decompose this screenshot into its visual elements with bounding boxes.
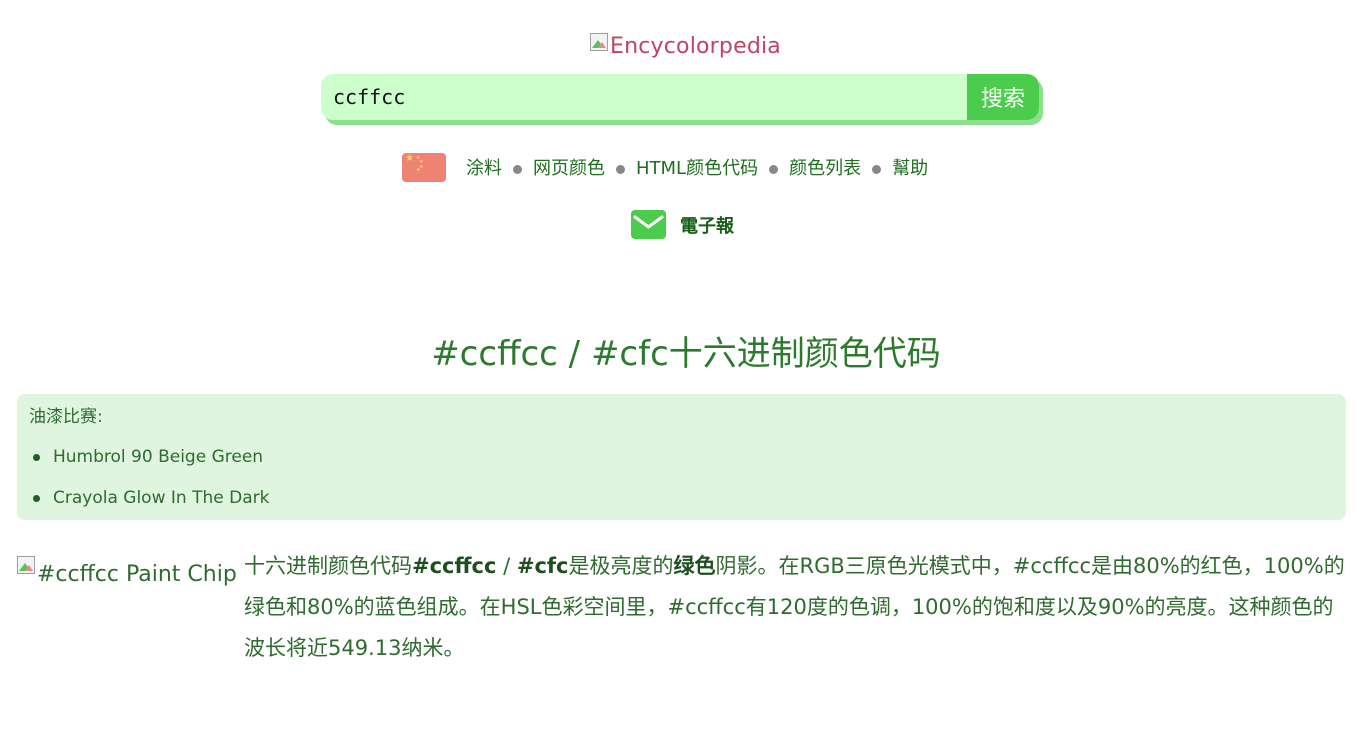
description-separator: /: [496, 554, 517, 578]
nav-separator: [616, 164, 625, 174]
paint-match-link[interactable]: Humbrol 90 Beige Green: [53, 447, 263, 467]
nav-item-color-lists[interactable]: 颜色列表: [789, 154, 861, 180]
broken-image-icon: [17, 556, 37, 576]
broken-image-icon: [590, 32, 610, 53]
paint-chip-image: #ccffcc Paint Chip: [17, 556, 237, 587]
hex-code: #ccffcc: [412, 554, 497, 578]
nav-item-html-color-codes[interactable]: HTML颜色代码: [636, 154, 758, 180]
nav-item-paints[interactable]: 涂料: [466, 154, 502, 180]
search-button[interactable]: 搜索: [967, 74, 1039, 120]
page-title: #ccffcc / #cfc十六进制颜色代码: [431, 334, 941, 374]
main-nav: ★ ★ ★ ★ ★ 涂料 网页颜色 HTML颜色代码 颜色列表 幫助: [402, 152, 928, 182]
paint-match-link[interactable]: Crayola Glow In The Dark: [53, 488, 269, 508]
list-item: Crayola Glow In The Dark: [29, 478, 1334, 519]
nav-separator: [872, 164, 882, 174]
page: Encycolorpedia 搜索 ★ ★ ★ ★ ★ 涂料 网页颜色 HTML…: [0, 0, 1372, 730]
search-bar: 搜索: [321, 74, 1039, 120]
color-name-link[interactable]: 绿色: [673, 554, 715, 578]
search-input[interactable]: [321, 74, 967, 120]
mail-icon[interactable]: [631, 210, 666, 239]
paint-matches-list: Humbrol 90 Beige Green Crayola Glow In T…: [29, 437, 1334, 519]
nav-item-web-colors[interactable]: 网页颜色: [533, 154, 605, 180]
paint-chip-alt-text: #ccffcc Paint Chip: [37, 562, 237, 587]
nav-separator: [513, 164, 522, 174]
china-flag-icon[interactable]: ★ ★ ★ ★ ★: [402, 152, 446, 182]
description-text: 十六进制颜色代码: [244, 554, 412, 578]
short-hex-code: #cfc: [516, 554, 569, 578]
nav-separator: [769, 164, 779, 174]
description-text: 是极亮度的: [568, 554, 674, 578]
list-item: Humbrol 90 Beige Green: [29, 437, 1334, 478]
newsletter: 電子報: [631, 210, 734, 239]
logo-link[interactable]: Encycolorpedia: [590, 26, 781, 59]
paint-matches-box: 油漆比赛: Humbrol 90 Beige Green Crayola Glo…: [17, 394, 1346, 520]
nav-item-help[interactable]: 幫助: [892, 154, 928, 180]
color-description: 十六进制颜色代码#ccffcc / #cfc是极亮度的绿色阴影。在RGB三原色光…: [244, 546, 1349, 669]
logo-alt-text: Encycolorpedia: [610, 34, 781, 59]
newsletter-link[interactable]: 電子報: [680, 212, 734, 238]
paint-matches-title: 油漆比赛:: [29, 407, 103, 427]
